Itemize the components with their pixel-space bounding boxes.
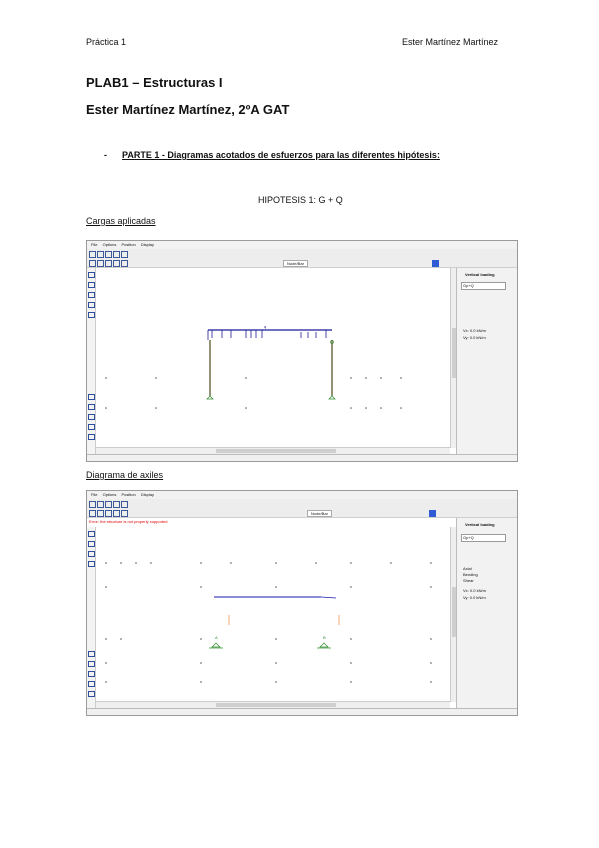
node-icon[interactable] xyxy=(105,260,112,267)
menu-display-2[interactable]: Display xyxy=(141,492,154,497)
section-axiles: Diagrama de axiles xyxy=(86,470,164,480)
grid-icon[interactable] xyxy=(88,691,95,697)
measure-icon[interactable] xyxy=(88,681,95,687)
app-window-axial: File Options Position Display Node/Bar E… xyxy=(86,490,518,716)
support-tool-icon[interactable] xyxy=(88,302,95,308)
new-icon[interactable] xyxy=(89,251,96,258)
node-bar-field[interactable]: Node/Bar xyxy=(307,510,332,517)
panel-row-vx: Vx: 0.0 kN/m xyxy=(463,328,486,333)
panel-title: Vertical loading xyxy=(465,272,495,277)
app-window-loads: File Options Position Display Node/Bar q… xyxy=(86,240,518,462)
hinge-icon[interactable] xyxy=(88,551,95,557)
load-label: q xyxy=(264,324,266,329)
menu-options-2[interactable]: Options xyxy=(103,492,117,497)
hypothesis-select-2[interactable]: Gp+Q xyxy=(461,534,506,542)
pan-icon[interactable] xyxy=(88,404,95,410)
tool-sidebar-2 xyxy=(87,527,96,709)
panel-title-2: Vertical loading xyxy=(465,522,495,527)
axial-diagram: A B xyxy=(105,562,432,683)
print-icon[interactable] xyxy=(113,501,120,508)
warning-message: Error: the structure is not properly sup… xyxy=(89,519,168,524)
line-icon[interactable] xyxy=(88,541,95,547)
support-label-b: B xyxy=(323,635,326,640)
bullet: - xyxy=(104,150,107,160)
node-bar-field[interactable]: Node/Bar xyxy=(283,260,308,267)
load-icon[interactable] xyxy=(121,510,128,517)
menu-options[interactable]: Options xyxy=(103,242,117,247)
menu-file[interactable]: File xyxy=(91,242,97,247)
structure-drawing: q xyxy=(105,324,402,409)
panel-row-axial[interactable]: Axial xyxy=(463,566,472,571)
bar-icon[interactable] xyxy=(97,510,104,517)
open-icon[interactable] xyxy=(97,501,104,508)
header-left: Práctica 1 xyxy=(86,37,127,47)
bar-icon[interactable] xyxy=(97,260,104,267)
doc-author: Ester Martínez Martínez, 2ºA GAT xyxy=(86,102,290,117)
undo-icon[interactable] xyxy=(121,251,128,258)
panel-row-vy: Vy: 0.0 kN/m xyxy=(463,595,486,600)
save-icon[interactable] xyxy=(105,501,112,508)
horizontal-scrollbar-2[interactable] xyxy=(96,701,450,708)
properties-panel: Vertical loading Gp+Q Vx: 0.0 kN/m Vy: 0… xyxy=(456,268,517,455)
pan-icon[interactable] xyxy=(88,661,95,667)
new-icon[interactable] xyxy=(89,501,96,508)
properties-panel-2: Vertical loading Gp+Q Axial Bending Shea… xyxy=(456,518,517,709)
undo-icon[interactable] xyxy=(121,501,128,508)
tool-sidebar xyxy=(87,268,96,455)
select-icon[interactable] xyxy=(89,510,96,517)
menu-position[interactable]: Position xyxy=(122,242,136,247)
section-cargas: Cargas aplicadas xyxy=(86,216,156,226)
rotate-icon[interactable] xyxy=(88,671,95,677)
drawing-canvas[interactable]: q xyxy=(96,268,450,448)
toolbar-2b: Node/Bar xyxy=(87,508,517,518)
force-icon[interactable] xyxy=(88,312,95,318)
support-icon[interactable] xyxy=(113,510,120,517)
save-icon[interactable] xyxy=(105,251,112,258)
measure-icon[interactable] xyxy=(88,424,95,430)
panel-row-vy: Vy: 0.0 kN/m xyxy=(463,335,486,340)
info-icon[interactable] xyxy=(429,510,436,517)
rotate-icon[interactable] xyxy=(88,414,95,420)
load-icon[interactable] xyxy=(121,260,128,267)
menu-file-2[interactable]: File xyxy=(91,492,97,497)
hypothesis-select[interactable]: Gp+Q xyxy=(461,282,506,290)
node-icon[interactable] xyxy=(105,510,112,517)
support-label-a: A xyxy=(215,635,218,640)
zoom-icon[interactable] xyxy=(88,394,95,400)
select-icon[interactable] xyxy=(89,260,96,267)
support-icon[interactable] xyxy=(113,260,120,267)
zoom-icon[interactable] xyxy=(88,651,95,657)
panel-row-vx: Vx: 0.0 kN/m xyxy=(463,588,486,593)
hypothesis-heading: HIPOTESIS 1: G + Q xyxy=(258,195,343,205)
hinge-icon[interactable] xyxy=(88,292,95,298)
status-bar-2 xyxy=(87,708,517,715)
doc-title: PLAB1 – Estructuras I xyxy=(86,75,223,90)
grid-icon[interactable] xyxy=(88,434,95,440)
status-bar xyxy=(87,454,517,461)
pointer-icon[interactable] xyxy=(88,272,95,278)
print-icon[interactable] xyxy=(113,251,120,258)
drawing-canvas-2[interactable]: A B xyxy=(96,527,450,702)
part1-heading: PARTE 1 - Diagramas acotados de esfuerzo… xyxy=(122,150,440,160)
header-right: Ester Martínez Martínez xyxy=(402,37,499,47)
menu-display[interactable]: Display xyxy=(141,242,154,247)
horizontal-scrollbar[interactable] xyxy=(96,447,450,454)
support-tool-icon[interactable] xyxy=(88,561,95,567)
toolbar-2: Node/Bar xyxy=(87,258,517,268)
open-icon[interactable] xyxy=(97,251,104,258)
info-icon[interactable] xyxy=(432,260,439,267)
panel-row-shear[interactable]: Shear xyxy=(463,578,474,583)
pointer-icon[interactable] xyxy=(88,531,95,537)
menu-bar-2: File Options Position Display xyxy=(87,491,517,499)
menu-bar: File Options Position Display xyxy=(87,241,517,249)
panel-row-bending[interactable]: Bending xyxy=(463,572,478,577)
line-icon[interactable] xyxy=(88,282,95,288)
menu-position-2[interactable]: Position xyxy=(122,492,136,497)
